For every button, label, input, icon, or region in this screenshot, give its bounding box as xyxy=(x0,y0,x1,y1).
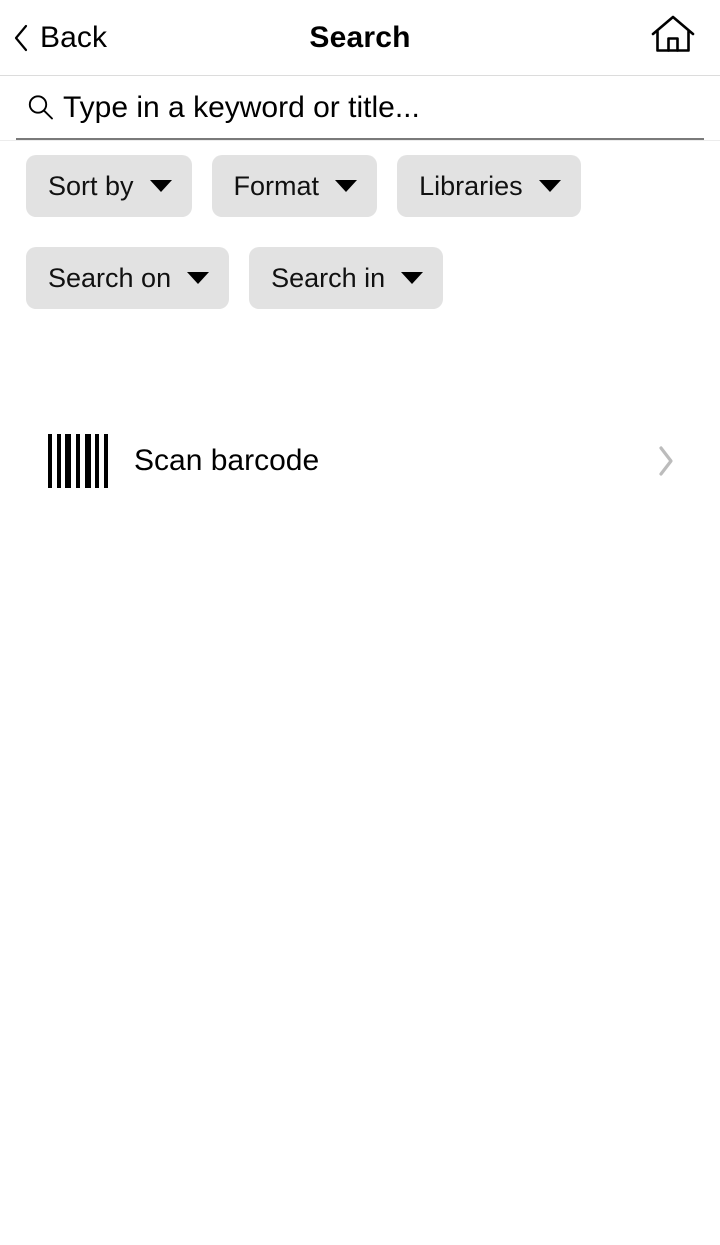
filter-chip-row-2: Search on Search in xyxy=(0,247,720,309)
scan-barcode-label: Scan barcode xyxy=(134,444,320,477)
filter-chip-label: Libraries xyxy=(419,170,523,201)
filter-chip-label: Format xyxy=(233,170,320,201)
filter-chip-area: Sort by Format Libraries Search on Searc… xyxy=(0,141,720,309)
home-button[interactable] xyxy=(646,0,700,75)
search-field[interactable] xyxy=(16,76,704,140)
home-icon xyxy=(650,14,696,61)
filter-chip-row-1: Sort by Format Libraries xyxy=(0,155,720,217)
filter-chip-format[interactable]: Format xyxy=(211,155,378,217)
chevron-down-icon xyxy=(538,180,561,192)
scan-barcode-row[interactable]: Scan barcode xyxy=(0,424,720,498)
filter-chip-label: Sort by xyxy=(48,170,134,201)
filter-chip-libraries[interactable]: Libraries xyxy=(397,155,581,217)
filter-chip-label: Search on xyxy=(48,262,172,293)
search-input[interactable] xyxy=(63,90,704,124)
filter-chip-search-in[interactable]: Search in xyxy=(249,247,444,309)
filter-chip-search-on[interactable]: Search on xyxy=(26,247,230,309)
search-icon xyxy=(16,92,63,122)
barcode-icon xyxy=(48,434,108,488)
filter-chip-sort-by[interactable]: Sort by xyxy=(26,155,192,217)
chevron-down-icon xyxy=(149,180,172,192)
chevron-right-icon[interactable] xyxy=(656,424,676,498)
chevron-down-icon xyxy=(335,180,358,192)
app-header: Back Search xyxy=(0,0,720,76)
chevron-down-icon xyxy=(187,272,210,284)
page-title: Search xyxy=(309,20,411,54)
filter-chip-label: Search in xyxy=(271,262,386,293)
chevron-down-icon xyxy=(401,272,424,284)
